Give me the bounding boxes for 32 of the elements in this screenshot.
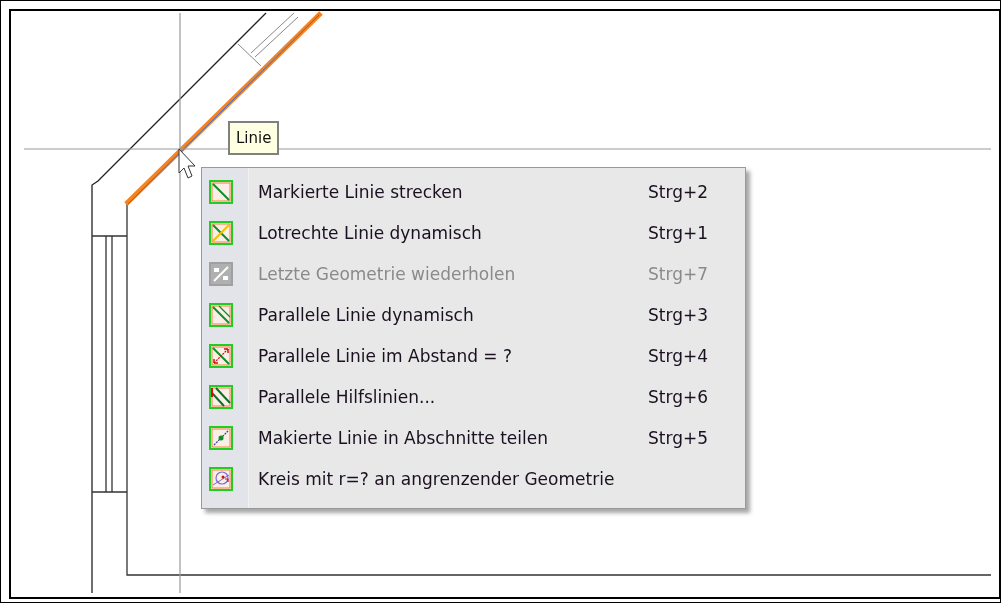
crossed-lines-icon [209,220,233,245]
diagonal-line-icon [209,179,233,204]
keyboard-shortcut: Strg+3 [648,304,708,325]
distance-arrow-icon [209,343,233,368]
keyboard-shortcut: Strg+7 [648,263,708,284]
menu-item[interactable]: Makierte Linie in Abschnitte teilen Strg+5 [202,417,745,458]
menu-item-label: Lotrechte Linie dynamisch [258,222,483,243]
menu-item-label: Letzte Geometrie wiederholen [258,263,517,284]
tooltip: Linie [228,121,280,155]
menu-item-label: Parallele Linie im Abstand = ? [258,345,514,366]
mouse-pointer-icon [178,148,196,179]
keyboard-shortcut: Strg+5 [648,427,708,448]
keyboard-shortcut: Strg+1 [648,222,708,243]
menu-item-label: Markierte Linie strecken [258,181,464,202]
keyboard-shortcut: Strg+6 [648,386,708,407]
menu-item[interactable]: Markierte Linie strecken Strg+2 [202,171,745,212]
menu-item[interactable]: Parallele Linie im Abstand = ? Strg+4 [202,335,745,376]
menu-item-label: Makierte Linie in Abschnitte teilen [258,427,549,448]
menu-item[interactable]: Parallele Hilfslinien... Strg+6 [202,376,745,417]
repeat-geometry-icon [209,261,233,286]
keyboard-shortcut: Strg+2 [648,181,708,202]
parallel-lines-icon [209,384,233,409]
parallel-line-icon [209,302,233,327]
keyboard-shortcut: Strg+4 [648,345,708,366]
menu-item-label: Parallele Linie dynamisch [258,304,475,325]
menu-item[interactable]: Parallele Linie dynamisch Strg+3 [202,294,745,335]
menu-item[interactable]: Kreis mit r=? an angrenzender Geometrie [202,458,745,499]
menu-item[interactable]: Lotrechte Linie dynamisch Strg+1 [202,212,745,253]
menu-item-label: Kreis mit r=? an angrenzender Geometrie [258,468,616,489]
divided-line-icon [209,425,233,450]
circle-icon [209,466,233,491]
menu-item-label: Parallele Hilfslinien... [258,386,437,407]
